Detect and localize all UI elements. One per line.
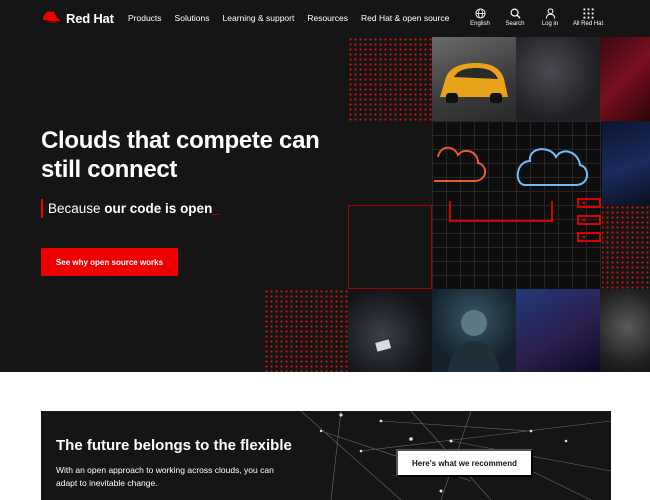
red-dot-pattern-tile [264,289,348,372]
tagline-prefix: Because [48,201,105,216]
red-dot-pattern-tile [600,205,650,289]
red-hat-logo[interactable]: Red Hat [40,9,114,27]
search-label: Search [505,21,525,27]
car-photo [432,37,516,121]
promo-card: The future belongs to the flexible With … [41,411,611,500]
hero-headline: Clouds that compete can still connect [41,127,320,183]
developer-silhouette [448,310,500,372]
main-menu: Products Solutions Learning & support Re… [128,13,462,23]
menu-item-solutions[interactable]: Solutions [175,13,210,23]
all-red-hat-button[interactable]: All Red Hat [568,8,608,27]
tagline-cursor: _ [212,201,220,216]
developer-photo [432,289,516,372]
menu-item-learning-support[interactable]: Learning & support [223,13,295,23]
car-illustration [440,63,508,103]
lab-worker-photo [516,37,600,121]
robot-hand-photo [600,289,650,372]
red-hat-logo-icon [42,11,61,24]
language-label: English [470,21,490,27]
menu-item-products[interactable]: Products [128,13,162,23]
hero-section: Clouds that compete can still connect Be… [0,37,650,372]
search-icon [510,8,521,19]
tagline-emphasis: our code is open [104,201,213,216]
cloud-diagram [432,121,602,289]
login-button[interactable]: Log in [530,8,570,27]
hero-tagline: Because our code is open_ [41,199,220,218]
audience-photo [516,289,600,372]
top-navigation: Red Hat Products Solutions Learning & su… [0,0,650,37]
promo-title: The future belongs to the flexible [56,437,292,454]
stage-blue-photo [600,121,650,205]
brand-name: Red Hat [66,10,114,26]
red-dot-pattern-tile [348,37,432,121]
grid-icon [582,8,594,19]
menu-item-red-hat-open-source[interactable]: Red Hat & open source [361,13,449,23]
cloud-connection-graphic [434,146,601,242]
red-abstract-photo [600,37,650,121]
heres-what-we-recommend-button[interactable]: Here's what we recommend [396,449,533,477]
see-why-open-source-works-button[interactable]: See why open source works [41,248,178,276]
red-outline-tile [348,205,432,289]
all-red-hat-label: All Red Hat [572,21,604,27]
menu-item-resources[interactable]: Resources [307,13,348,23]
promo-description: With an open approach to working across … [56,465,274,488]
user-icon [545,8,555,19]
person-with-phone-photo [348,289,432,372]
login-label: Log in [541,21,559,27]
phone-glow-illustration [375,339,392,352]
globe-icon [474,8,486,19]
language-button[interactable]: English [460,8,500,27]
search-button[interactable]: Search [495,8,535,27]
